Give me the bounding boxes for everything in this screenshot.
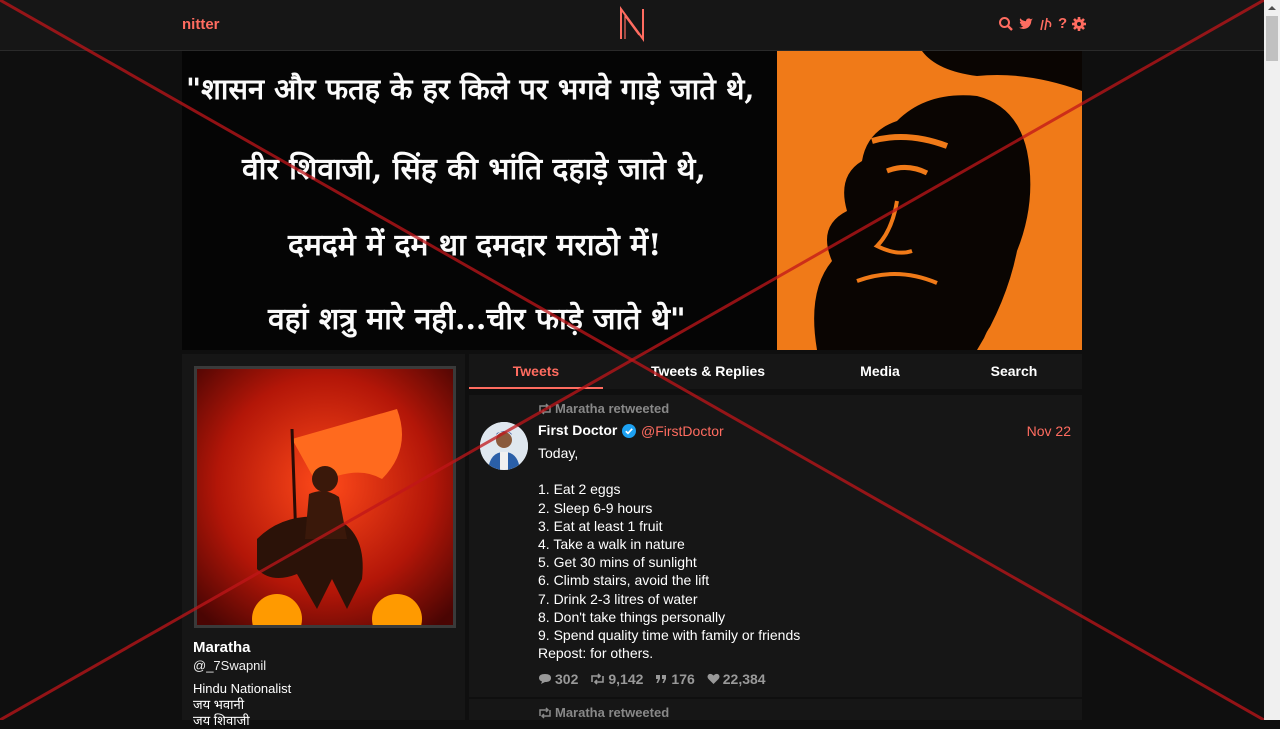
twitter-icon[interactable] — [1018, 16, 1034, 32]
tweet-line: 7. Drink 2-3 litres of water — [538, 590, 698, 607]
scroll-up-arrow-icon[interactable] — [1264, 0, 1280, 16]
banner-quote-line: दमदमे में दम था दमदार मराठो में! — [288, 228, 662, 263]
scrollbar-thumb[interactable] — [1266, 16, 1278, 61]
banner-quote-line: वीर शिवाजी, सिंह की भांति दहाड़े जाते थे… — [242, 152, 706, 187]
retweet-label: Maratha retweeted — [555, 401, 670, 416]
retweet-stat[interactable]: 9,142 — [590, 671, 643, 687]
retweet-icon — [539, 706, 551, 719]
tweet-line: 1. Eat 2 eggs — [538, 481, 621, 498]
reply-count: 302 — [555, 671, 579, 687]
retweet-icon — [591, 673, 605, 685]
tweet-line: 2. Sleep 6-9 hours — [538, 499, 653, 516]
tweet-date[interactable]: Nov 22 — [1027, 423, 1071, 439]
retweet-icon — [539, 402, 551, 415]
help-icon[interactable]: ? — [1058, 16, 1067, 32]
bio-line: जय भवानी — [193, 697, 245, 712]
tweet-line: Today, — [538, 445, 579, 461]
reply-stat[interactable]: 302 — [538, 671, 578, 687]
vertical-scrollbar[interactable] — [1264, 0, 1280, 720]
shivaji-portrait-image — [777, 51, 1082, 350]
tweet-card[interactable]: Maratha retweeted — [469, 699, 1082, 720]
comment-icon — [539, 674, 551, 684]
tweet-line: 8. Don't take things personally — [538, 608, 726, 625]
quote-icon — [656, 675, 667, 683]
settings-icon[interactable] — [1071, 16, 1087, 32]
nitter-logo-icon[interactable] — [618, 6, 646, 42]
navbar: nitter ? — [0, 0, 1264, 51]
heart-icon — [707, 673, 720, 684]
banner-quote-line: वहां शत्रु मारे नही...चीर फाड़े जाते थे" — [268, 302, 686, 337]
profile-card: Maratha @_7Swapnil Hindu Nationalist जय … — [182, 354, 465, 728]
profile-banner[interactable]: "शासन और फतह के हर किले पर भगवे गाड़े जा… — [182, 51, 1082, 350]
timeline-tabs: Tweets Tweets & Replies Media Search — [469, 354, 1082, 389]
profile-fullname[interactable]: Maratha — [193, 639, 251, 656]
tweet-line: 6. Climb stairs, avoid the lift — [538, 572, 710, 589]
tweet-line: Repost: for others. — [538, 645, 654, 662]
bio-line: Hindu Nationalist — [193, 681, 292, 696]
profile-bio: Hindu Nationalist जय भवानी जय शिवाजी — [193, 681, 291, 729]
tab-media[interactable]: Media — [813, 354, 947, 389]
tweet-line: 3. Eat at least 1 fruit — [538, 517, 663, 534]
tweet-card[interactable]: Maratha retweeted First Doctor @FirstDoc… — [469, 395, 1082, 697]
banner-quote-line: "शासन और फतह के हर किले पर भगवे गाड़े जा… — [186, 72, 755, 106]
tweet-line: 4. Take a walk in nature — [538, 535, 685, 552]
retweet-header: Maratha retweeted — [538, 705, 669, 720]
rss-icon[interactable] — [1038, 16, 1054, 32]
verified-badge-icon — [622, 424, 636, 438]
retweet-label: Maratha retweeted — [555, 705, 670, 720]
search-icon[interactable] — [998, 16, 1014, 32]
like-count: 22,384 — [722, 671, 766, 687]
profile-avatar[interactable] — [194, 366, 456, 628]
bio-line: जय शिवाजी — [193, 713, 250, 728]
tweet-line — [538, 462, 800, 480]
tab-search[interactable]: Search — [947, 354, 1081, 389]
retweet-count: 9,142 — [608, 671, 644, 687]
tweet-author-name[interactable]: First Doctor — [538, 422, 617, 438]
quote-count: 176 — [671, 671, 695, 687]
brand-link[interactable]: nitter — [182, 16, 220, 33]
tweet-line: 5. Get 30 mins of sunlight — [538, 554, 697, 571]
tweet-author-username[interactable]: @FirstDoctor — [641, 423, 724, 439]
profile-username[interactable]: @_7Swapnil — [193, 658, 266, 673]
tweet-content: Today, 1. Eat 2 eggs 2. Sleep 6-9 hours … — [538, 444, 800, 662]
retweet-header: Maratha retweeted — [538, 401, 669, 416]
quote-stat[interactable]: 176 — [655, 671, 695, 687]
tweet-avatar[interactable] — [480, 422, 528, 470]
tweet-line: 9. Spend quality time with family or fri… — [538, 626, 801, 643]
tab-tweets[interactable]: Tweets — [469, 354, 603, 389]
tab-tweets-replies[interactable]: Tweets & Replies — [641, 354, 775, 389]
tweet-stats: 302 9,142 176 22,384 — [538, 671, 766, 687]
like-stat[interactable]: 22,384 — [707, 671, 766, 687]
banner-art-area — [777, 51, 1082, 350]
